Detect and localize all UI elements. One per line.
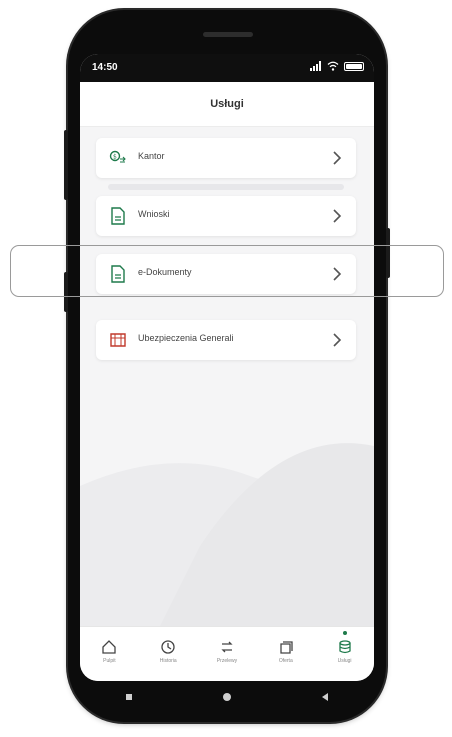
insurance-icon — [110, 333, 126, 347]
app-header: Usługi — [80, 82, 374, 127]
screen: 14:50 Usługi $ Kantor Wnioski e-Dokument… — [80, 54, 374, 681]
wifi-icon — [327, 61, 339, 71]
tab-label: Oferta — [278, 658, 293, 664]
page-title: Usługi — [210, 98, 244, 110]
chevron-right-icon — [333, 333, 342, 347]
transfer-icon — [221, 641, 233, 653]
tab-label: Pulpit — [103, 658, 116, 664]
services-icon — [338, 640, 351, 654]
signal-icon — [310, 61, 322, 71]
tab-uslugi[interactable]: Usługi — [315, 627, 374, 681]
services-list: $ Kantor Wnioski e-Dokumenty Ubezpieczen… — [80, 126, 374, 626]
speaker-grille — [203, 32, 253, 37]
phone-frame: 14:50 Usługi $ Kantor Wnioski e-Dokument… — [64, 10, 390, 722]
history-icon — [161, 640, 175, 654]
recents-icon — [126, 694, 132, 700]
highlight-frame — [10, 245, 444, 297]
tab-oferta[interactable]: Oferta — [256, 627, 315, 681]
offer-icon — [280, 641, 293, 654]
home-circle-icon — [223, 693, 231, 701]
battery-icon — [344, 61, 364, 71]
back-button[interactable] — [315, 689, 335, 705]
tab-label: Usługi — [337, 658, 352, 664]
tab-label: Przelewy — [216, 658, 238, 664]
active-tab-indicator — [342, 631, 347, 635]
service-label: Wnioski — [138, 209, 170, 219]
document-icon — [111, 207, 125, 225]
currency-exchange-icon: $ — [109, 150, 126, 163]
status-time: 14:50 — [92, 62, 118, 73]
back-icon — [322, 693, 328, 701]
service-label: Kantor — [138, 151, 165, 161]
chevron-right-icon — [333, 209, 342, 223]
chevron-right-icon — [333, 151, 342, 165]
volume-button — [64, 130, 68, 200]
separator — [108, 184, 344, 190]
service-label: Ubezpieczenia Generali — [138, 333, 234, 343]
bottom-tab-bar: Pulpit Historia Przelewy Oferta Usługi — [80, 626, 374, 681]
service-item-ubezpieczenia-generali[interactable]: Ubezpieczenia Generali — [96, 320, 356, 360]
service-item-wnioski[interactable]: Wnioski — [96, 196, 356, 236]
status-bar: 14:50 — [80, 54, 374, 82]
home-icon — [102, 640, 117, 654]
system-nav-bar — [80, 681, 374, 713]
tab-label: Historia — [159, 658, 177, 664]
svg-text:$: $ — [113, 154, 117, 161]
tab-przelewy[interactable]: Przelewy — [198, 627, 257, 681]
recents-button[interactable] — [119, 689, 139, 705]
tab-pulpit[interactable]: Pulpit — [80, 627, 139, 681]
home-button[interactable] — [217, 689, 237, 705]
service-item-kantor[interactable]: $ Kantor — [96, 138, 356, 178]
tab-historia[interactable]: Historia — [139, 627, 198, 681]
